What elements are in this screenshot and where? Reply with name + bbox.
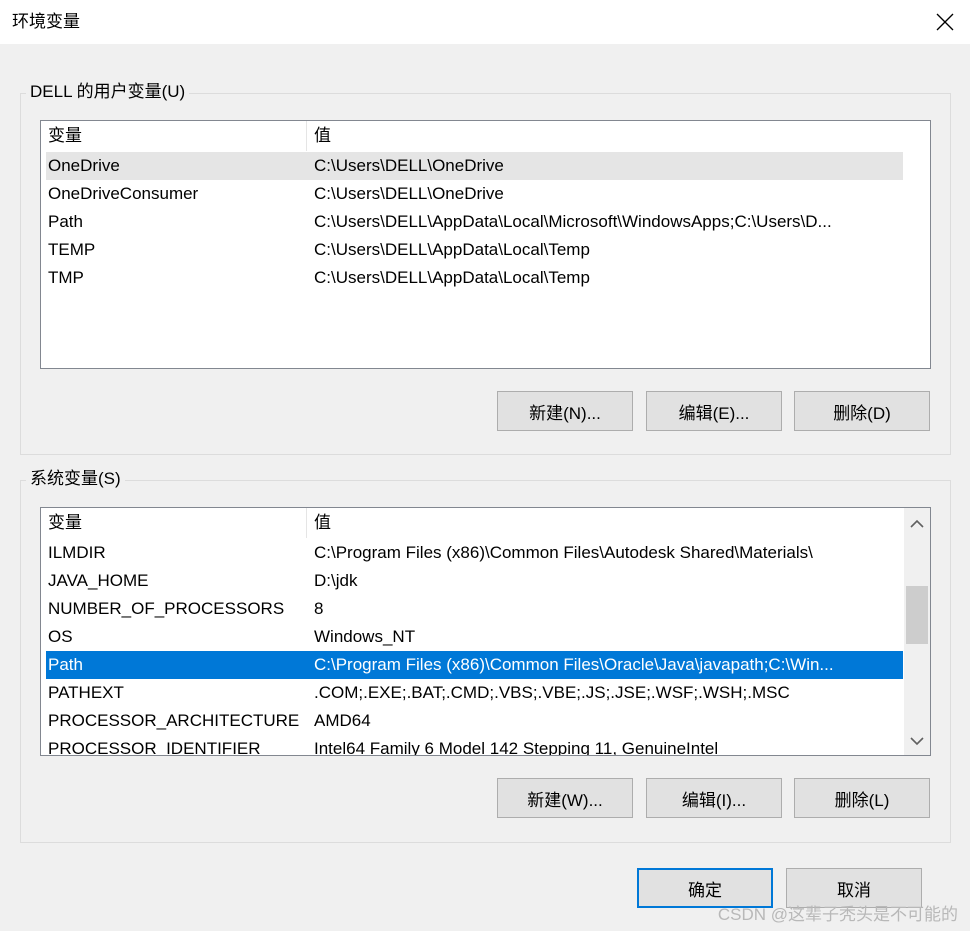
title-bar: 环境变量: [0, 0, 970, 44]
close-icon: [936, 13, 954, 31]
column-header-variable[interactable]: 变量: [41, 508, 307, 538]
variable-value: C:\Users\DELL\AppData\Local\Temp: [314, 268, 590, 287]
user-row-onedrive[interactable]: OneDrive C:\Users\DELL\OneDrive: [46, 152, 903, 180]
system-edit-button[interactable]: 编辑(I)...: [646, 778, 782, 818]
variable-value: .COM;.EXE;.BAT;.CMD;.VBS;.VBE;.JS;.JSE;.…: [314, 683, 790, 702]
user-variables-list[interactable]: 变量 值 OneDrive C:\Users\DELL\OneDrive One…: [40, 120, 931, 369]
user-row-onedriveconsumer[interactable]: OneDriveConsumer C:\Users\DELL\OneDrive: [46, 180, 903, 208]
user-list-header: 变量 值: [41, 121, 904, 151]
user-row-tmp[interactable]: TMP C:\Users\DELL\AppData\Local\Temp: [46, 264, 903, 292]
column-header-variable[interactable]: 变量: [41, 121, 307, 151]
column-header-value[interactable]: 值: [307, 121, 904, 151]
variable-value: C:\Users\DELL\OneDrive: [314, 184, 504, 203]
variable-name: NUMBER_OF_PROCESSORS: [48, 599, 285, 618]
chevron-down-icon: [910, 737, 924, 746]
variable-name: PROCESSOR_ARCHITECTURE: [48, 711, 300, 730]
variable-value: C:\Program Files (x86)\Common Files\Orac…: [314, 655, 834, 674]
variable-name: Path: [48, 655, 83, 674]
user-variables-title: DELL 的用户变量(U): [26, 80, 190, 104]
scroll-down-button[interactable]: [904, 727, 930, 755]
close-button[interactable]: [920, 0, 970, 44]
variable-name: JAVA_HOME: [48, 571, 149, 590]
variable-value: AMD64: [314, 711, 371, 730]
variable-value: 8: [314, 599, 324, 618]
variable-value: C:\Users\DELL\AppData\Local\Temp: [314, 240, 590, 259]
system-row-os[interactable]: OS Windows_NT: [46, 623, 903, 651]
window-title: 环境变量: [12, 12, 80, 31]
system-new-button[interactable]: 新建(W)...: [497, 778, 633, 818]
system-variables-list[interactable]: 变量 值 ILMDIR C:\Program Files (x86)\Commo…: [40, 507, 931, 756]
system-row-java-home[interactable]: JAVA_HOME D:\jdk: [46, 567, 903, 595]
variable-name: OS: [48, 627, 73, 646]
system-row-ilmdir[interactable]: ILMDIR C:\Program Files (x86)\Common Fil…: [46, 539, 903, 567]
variable-name: PROCESSOR_IDENTIFIER: [48, 739, 261, 756]
system-delete-button[interactable]: 删除(L): [794, 778, 930, 818]
system-list-scrollbar[interactable]: [904, 508, 930, 755]
user-delete-button[interactable]: 删除(D): [794, 391, 930, 431]
system-row-pathext[interactable]: PATHEXT .COM;.EXE;.BAT;.CMD;.VBS;.VBE;.J…: [46, 679, 903, 707]
variable-value: C:\Program Files (x86)\Common Files\Auto…: [314, 543, 813, 562]
column-header-value[interactable]: 值: [307, 508, 904, 538]
system-row-number-of-processors[interactable]: NUMBER_OF_PROCESSORS 8: [46, 595, 903, 623]
variable-name: TMP: [48, 268, 84, 287]
variable-value: Windows_NT: [314, 627, 416, 646]
chevron-up-icon: [910, 519, 924, 528]
variable-value: Intel64 Family 6 Model 142 Stepping 11, …: [314, 739, 719, 756]
variable-name: ILMDIR: [48, 543, 106, 562]
variable-name: Path: [48, 212, 83, 231]
variable-name: OneDriveConsumer: [48, 184, 199, 203]
user-row-temp[interactable]: TEMP C:\Users\DELL\AppData\Local\Temp: [46, 236, 903, 264]
variable-value: C:\Users\DELL\OneDrive: [314, 156, 504, 175]
variable-value: D:\jdk: [314, 571, 358, 590]
variable-name: PATHEXT: [48, 683, 124, 702]
system-variables-title: 系统变量(S): [26, 467, 125, 491]
variable-name: TEMP: [48, 240, 96, 259]
system-list-header: 变量 值: [41, 508, 904, 538]
system-row-processor-identifier[interactable]: PROCESSOR_IDENTIFIER Intel64 Family 6 Mo…: [46, 735, 903, 756]
variable-value: C:\Users\DELL\AppData\Local\Microsoft\Wi…: [314, 212, 832, 231]
system-row-processor-architecture[interactable]: PROCESSOR_ARCHITECTURE AMD64: [46, 707, 903, 735]
watermark: CSDN @这辈子秃头是不可能的: [717, 905, 958, 924]
user-new-button[interactable]: 新建(N)...: [497, 391, 633, 431]
scroll-up-button[interactable]: [904, 510, 930, 538]
scroll-thumb[interactable]: [906, 586, 928, 644]
variable-name: OneDrive: [48, 156, 120, 175]
system-row-path[interactable]: Path C:\Program Files (x86)\Common Files…: [46, 651, 903, 679]
user-row-path[interactable]: Path C:\Users\DELL\AppData\Local\Microso…: [46, 208, 903, 236]
user-edit-button[interactable]: 编辑(E)...: [646, 391, 782, 431]
